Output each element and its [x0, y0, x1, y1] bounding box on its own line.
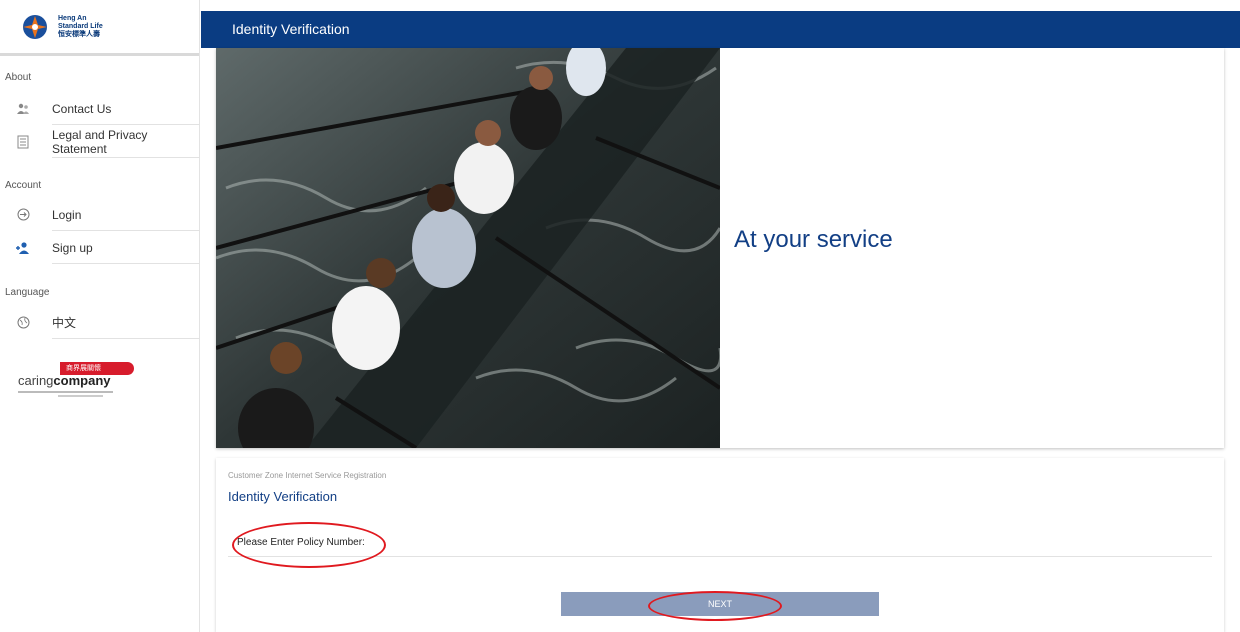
sidebar: Heng An Standard Life 恒安標準人壽 About Conta… — [0, 0, 200, 632]
brand-name-zh: 恒安標準人壽 — [58, 30, 100, 38]
section-account-title: Account — [5, 180, 42, 191]
identity-verification-form: Customer Zone Internet Service Registrat… — [216, 458, 1224, 632]
sidebar-item-label: Login — [52, 207, 82, 222]
section-about-title: About — [5, 72, 32, 83]
caring-wordmark: caringcompany — [18, 373, 111, 388]
brand-name-line2: Standard Life — [58, 22, 103, 30]
top-header-bar: Identity Verification — [201, 11, 1240, 48]
form-subtitle: Customer Zone Internet Service Registrat… — [228, 471, 387, 480]
document-icon — [15, 134, 31, 150]
caring-fine-print — [18, 391, 113, 393]
caring-word: caring — [18, 373, 54, 388]
caring-company-logo: 商界展關懷 caringcompany — [18, 362, 134, 400]
page-title: Identity Verification — [232, 21, 350, 37]
form-title: Identity Verification — [228, 489, 338, 504]
sidebar-item-label: 中文 — [52, 316, 77, 330]
rowing-team-photo — [216, 48, 720, 448]
globe-icon — [15, 315, 31, 331]
sidebar-item-label: Contact Us — [52, 101, 112, 116]
policy-number-label: Please Enter Policy Number: — [237, 537, 365, 548]
divider — [52, 263, 200, 264]
sidebar-item-label: Sign up — [52, 240, 93, 255]
divider — [52, 157, 200, 158]
brand-logo[interactable]: Heng An Standard Life 恒安標準人壽 — [0, 0, 199, 56]
sidebar-item-language-zh[interactable]: 中文 — [0, 306, 200, 339]
login-icon — [15, 207, 31, 223]
rowing-team-illustration — [216, 48, 720, 448]
sidebar-item-sign-up[interactable]: Sign up — [0, 231, 200, 264]
section-language-title: Language — [5, 287, 50, 298]
brand-name-line1: Heng An — [58, 14, 87, 22]
sidebar-item-label: Legal and Privacy Statement — [52, 127, 148, 156]
brand-name: Heng An Standard Life 恒安標準人壽 — [58, 15, 103, 39]
people-icon — [15, 101, 31, 117]
add-user-icon — [15, 240, 31, 256]
company-logo-icon — [23, 14, 47, 39]
sidebar-item-login[interactable]: Login — [0, 198, 200, 231]
next-button[interactable]: NEXT — [561, 592, 879, 616]
sidebar-item-legal-privacy[interactable]: Legal and Privacy Statement — [0, 125, 200, 158]
caring-fine-print-2 — [58, 395, 103, 397]
hero-caption: At your service — [734, 226, 893, 253]
hero-card: At your service — [216, 48, 1224, 448]
company-word: company — [53, 373, 111, 388]
divider — [52, 338, 200, 339]
sidebar-item-contact-us[interactable]: Contact Us — [0, 92, 200, 125]
policy-number-field[interactable] — [228, 556, 1212, 557]
